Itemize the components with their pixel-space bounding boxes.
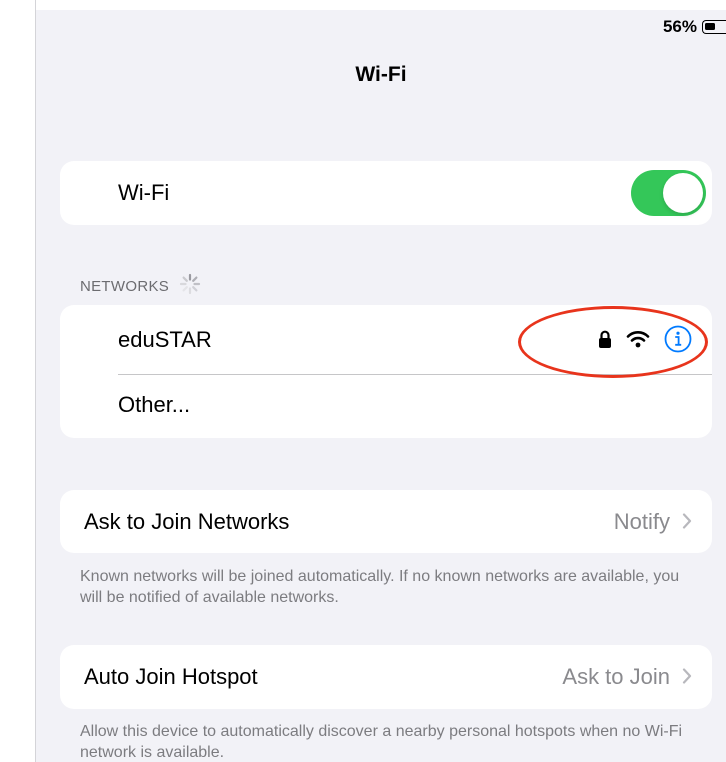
networks-section-header: NETWORKS — [80, 273, 201, 299]
battery-icon — [702, 20, 726, 34]
chevron-right-icon — [682, 664, 692, 690]
lock-icon — [598, 329, 612, 354]
network-row-other[interactable]: Other... — [60, 375, 712, 438]
battery-percentage: 56% — [662, 17, 697, 36]
ask-to-join-footnote: Known networks will be joined automatica… — [80, 568, 680, 606]
battery-fill — [705, 23, 715, 30]
page-title: Wi-Fi — [355, 63, 407, 86]
wifi-toggle-switch[interactable] — [631, 170, 706, 216]
wifi-toggle-label: Wi-Fi — [118, 180, 170, 205]
auto-join-hotspot-footnote: Allow this device to automatically disco… — [80, 723, 683, 761]
network-row-edustar[interactable]: eduSTAR — [60, 305, 712, 374]
auto-join-hotspot-label: Auto Join Hotspot — [84, 664, 258, 689]
status-bar: 56% — [663, 16, 726, 38]
auto-join-hotspot-row[interactable]: Auto Join Hotspot Ask to Join — [60, 645, 712, 709]
network-name: eduSTAR — [118, 327, 212, 352]
auto-join-hotspot-value-group: Ask to Join — [562, 664, 692, 690]
left-panel — [0, 0, 36, 762]
toggle-knob — [663, 173, 703, 213]
ask-to-join-value-group: Notify — [614, 509, 692, 535]
wifi-signal-icon — [626, 330, 650, 353]
loading-spinner-icon — [179, 273, 201, 299]
auto-join-hotspot-value: Ask to Join — [562, 664, 670, 689]
info-icon[interactable] — [664, 325, 692, 358]
other-network-label: Other... — [118, 392, 191, 417]
wifi-toggle-row[interactable]: Wi-Fi — [60, 161, 712, 225]
ask-to-join-label: Ask to Join Networks — [84, 509, 290, 534]
chevron-right-icon — [682, 509, 692, 535]
networks-header-label: NETWORKS — [80, 277, 170, 295]
wifi-settings-screen: 56% Wi-Fi Wi-Fi NETWORKS eduSTAR Other..… — [36, 10, 726, 762]
ask-to-join-row[interactable]: Ask to Join Networks Notify — [60, 490, 712, 553]
network-status-icons — [598, 325, 692, 358]
networks-list: eduSTAR Other... — [60, 305, 712, 438]
ask-to-join-value: Notify — [613, 509, 670, 534]
